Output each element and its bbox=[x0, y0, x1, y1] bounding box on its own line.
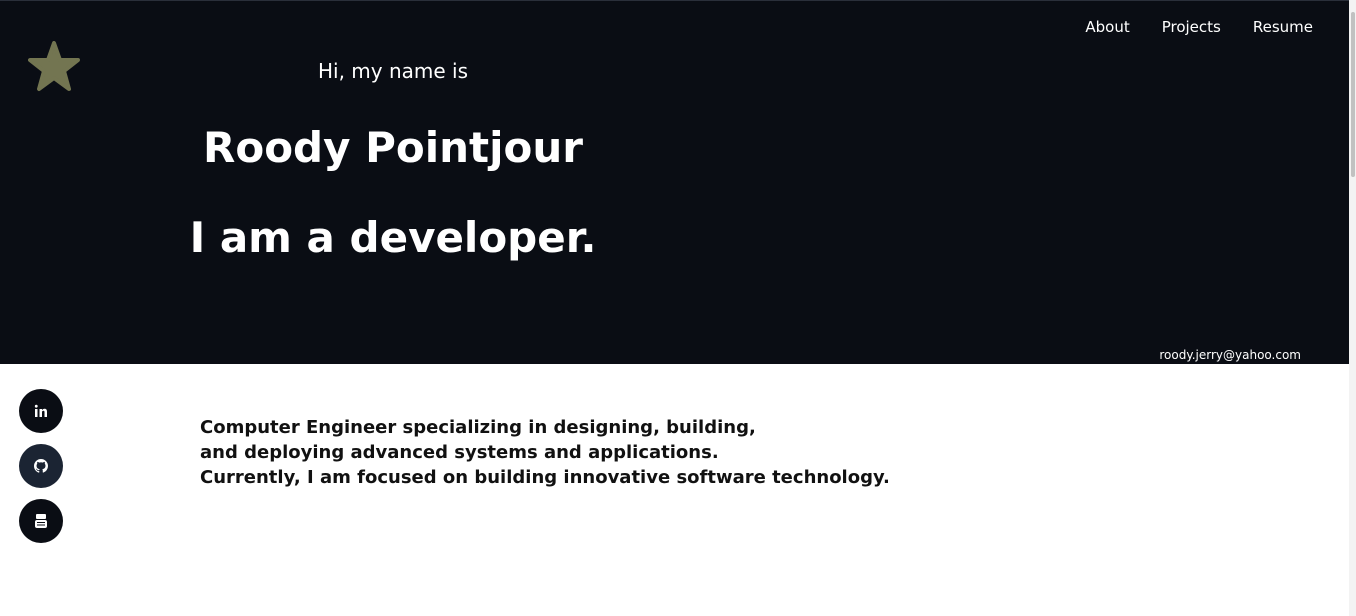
hero-intro: Hi, my name is bbox=[317, 59, 469, 83]
scrollbar-thumb[interactable] bbox=[1351, 12, 1355, 177]
email-link[interactable]: roody.jerry@yahoo.com bbox=[1159, 347, 1301, 363]
linkedin-icon bbox=[34, 404, 47, 417]
hero-section: About Projects Resume Hi, my name is Roo… bbox=[0, 0, 1349, 364]
github-button[interactable] bbox=[19, 444, 63, 488]
nav-projects-link[interactable]: Projects bbox=[1162, 18, 1221, 36]
youtube-icon bbox=[35, 514, 47, 528]
vertical-scrollbar[interactable] bbox=[1349, 0, 1356, 616]
top-navigation: About Projects Resume bbox=[1085, 18, 1313, 36]
portfolio-page: About Projects Resume Hi, my name is Roo… bbox=[0, 0, 1356, 616]
social-links bbox=[19, 389, 63, 543]
github-icon bbox=[34, 459, 48, 473]
bio-line-3: Currently, I am focused on building inno… bbox=[200, 467, 890, 488]
nav-resume-link[interactable]: Resume bbox=[1253, 18, 1313, 36]
bio-line-1: Computer Engineer specializing in design… bbox=[200, 417, 756, 438]
hero-name: Roody Pointjour bbox=[203, 123, 583, 172]
about-section: Computer Engineer specializing in design… bbox=[200, 415, 890, 490]
bio-line-2: and deploying advanced systems and appli… bbox=[200, 442, 719, 463]
hero-role: I am a developer. bbox=[189, 213, 597, 262]
nav-about-link[interactable]: About bbox=[1085, 18, 1129, 36]
linkedin-button[interactable] bbox=[19, 389, 63, 433]
youtube-button[interactable] bbox=[19, 499, 63, 543]
